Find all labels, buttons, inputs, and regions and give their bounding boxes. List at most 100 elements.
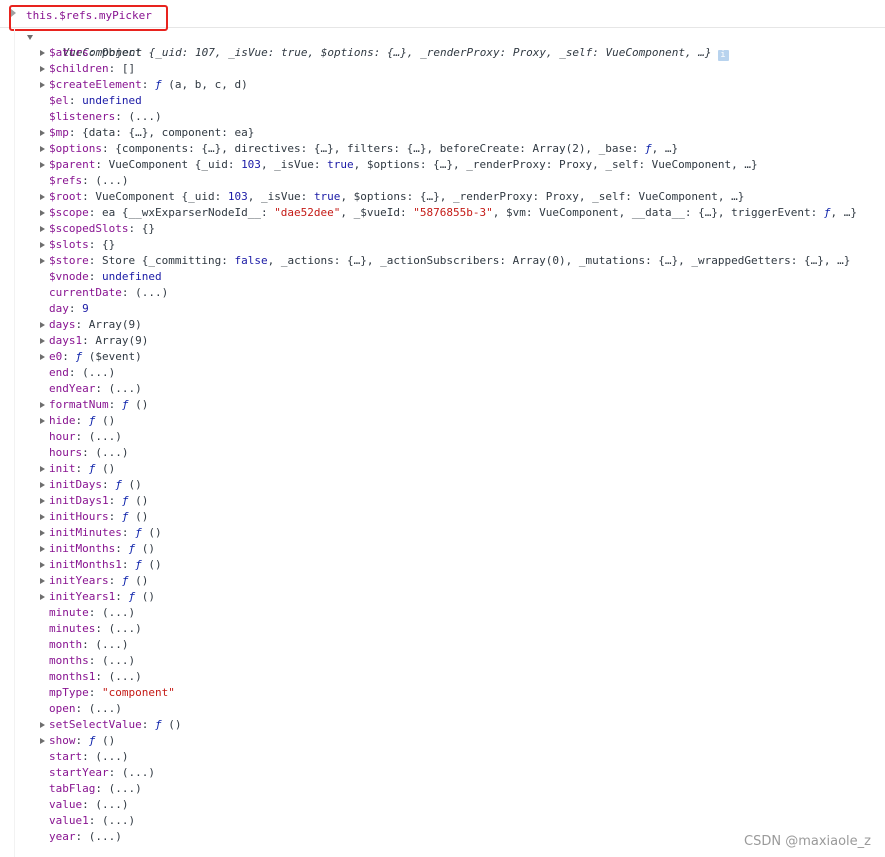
property-value: {}	[141, 222, 155, 235]
property-value: (...)	[95, 798, 129, 811]
property-row[interactable]: $createElement: ƒ (a, b, c, d)	[0, 77, 885, 93]
property-row[interactable]: initMonths: ƒ ()	[0, 541, 885, 557]
property-value: ƒ ($event)	[75, 350, 142, 363]
property-value: (...)	[95, 638, 129, 651]
property-key: mpType	[49, 686, 89, 699]
triangle-right-icon[interactable]	[40, 722, 45, 728]
triangle-right-icon[interactable]	[40, 162, 45, 168]
property-row[interactable]: initYears: ƒ ()	[0, 573, 885, 589]
property-row[interactable]: $scopedSlots: {}	[0, 221, 885, 237]
property-row[interactable]: setSelectValue: ƒ ()	[0, 717, 885, 733]
property-row[interactable]: days1: Array(9)	[0, 333, 885, 349]
property-value: VueComponent {_uid: 103, _isVue: true, $…	[95, 190, 745, 203]
triangle-right-icon[interactable]	[40, 194, 45, 200]
triangle-right-icon[interactable]	[40, 66, 45, 72]
property-row: value: (...)	[49, 798, 129, 811]
property-key: $el	[49, 94, 69, 107]
property-row: end: (...)	[49, 366, 116, 379]
triangle-right-icon[interactable]	[40, 354, 45, 360]
property-key: $children	[49, 62, 109, 75]
property-row: $vnode: undefined	[49, 270, 162, 283]
triangle-right-icon[interactable]	[40, 210, 45, 216]
property-row: startYear: (...)	[49, 766, 155, 779]
property-row[interactable]: $root: VueComponent {_uid: 103, _isVue: …	[0, 189, 885, 205]
triangle-right-icon[interactable]	[40, 418, 45, 424]
property-row[interactable]: $store: Store {_committing: false, _acti…	[0, 253, 885, 269]
property-value: (...)	[121, 766, 155, 779]
property-key: $refs	[49, 174, 83, 187]
property-row: endYear: (...)	[49, 382, 142, 395]
triangle-right-icon[interactable]	[40, 530, 45, 536]
property-row[interactable]: days: Array(9)	[0, 317, 885, 333]
property-key: e0	[49, 350, 63, 363]
property-row[interactable]: $scope: ea {__wxExparserNodeId__: "dae52…	[0, 205, 885, 221]
property-value: {data: {…}, component: ea}	[82, 126, 255, 139]
property-value: (...)	[102, 654, 136, 667]
triangle-right-icon[interactable]	[40, 594, 45, 600]
triangle-right-icon[interactable]	[40, 546, 45, 552]
triangle-right-icon[interactable]	[40, 338, 45, 344]
property-key: endYear	[49, 382, 96, 395]
triangle-right-icon[interactable]	[40, 578, 45, 584]
property-key: $parent	[49, 158, 96, 171]
property-key: start	[49, 750, 83, 763]
property-value: ƒ ()	[135, 526, 162, 539]
triangle-right-icon[interactable]	[40, 482, 45, 488]
property-row[interactable]: show: ƒ ()	[0, 733, 885, 749]
property-row[interactable]: initMinutes: ƒ ()	[0, 525, 885, 541]
property-row[interactable]: init: ƒ ()	[0, 461, 885, 477]
property-value: ƒ ()	[154, 718, 182, 731]
property-key: months	[49, 654, 89, 667]
triangle-down-icon[interactable]	[27, 35, 33, 40]
property-row[interactable]: $options: {components: {…}, directives: …	[0, 141, 885, 157]
property-key: $scopedSlots	[49, 222, 129, 235]
property-row[interactable]: initMonths1: ƒ ()	[0, 557, 885, 573]
property-row[interactable]: initHours: ƒ ()	[0, 509, 885, 525]
property-value: ƒ ()	[128, 542, 155, 555]
triangle-right-icon[interactable]	[40, 242, 45, 248]
triangle-right-icon[interactable]	[40, 146, 45, 152]
triangle-right-icon[interactable]	[40, 50, 45, 56]
property-key: days1	[49, 334, 83, 347]
triangle-right-icon[interactable]	[40, 466, 45, 472]
triangle-right-icon[interactable]	[40, 738, 45, 744]
property-row[interactable]: $parent: VueComponent {_uid: 103, _isVue…	[0, 157, 885, 173]
property-row[interactable]: $mp: {data: {…}, component: ea}	[0, 125, 885, 141]
triangle-right-icon[interactable]	[40, 498, 45, 504]
triangle-right-icon[interactable]	[40, 130, 45, 136]
property-key: tabFlag	[49, 782, 96, 795]
property-value: (...)	[102, 814, 136, 827]
property-value: (...)	[135, 286, 169, 299]
property-row[interactable]: initDays1: ƒ ()	[0, 493, 885, 509]
property-key: $options	[49, 142, 102, 155]
triangle-right-icon[interactable]	[40, 402, 45, 408]
triangle-right-icon[interactable]	[40, 258, 45, 264]
property-row[interactable]: $slots: {}	[0, 237, 885, 253]
property-row: $refs: (...)	[49, 174, 129, 187]
property-row: minute: (...)	[49, 606, 136, 619]
triangle-right-icon[interactable]	[40, 226, 45, 232]
property-key: value1	[49, 814, 89, 827]
property-value: ƒ ()	[121, 510, 149, 523]
property-row[interactable]: hide: ƒ ()	[0, 413, 885, 429]
property-row: currentDate: (...)	[49, 286, 169, 299]
property-key: $slots	[49, 238, 89, 251]
property-value: ƒ ()	[88, 734, 116, 747]
triangle-right-icon[interactable]	[40, 322, 45, 328]
triangle-right-icon[interactable]	[40, 562, 45, 568]
property-row[interactable]: $attrs: Object	[0, 45, 885, 61]
property-row: mpType: "component"	[49, 686, 175, 699]
property-row[interactable]: formatNum: ƒ ()	[0, 397, 885, 413]
triangle-right-icon[interactable]	[40, 82, 45, 88]
property-value: (...)	[108, 670, 142, 683]
property-row[interactable]: initDays: ƒ ()	[0, 477, 885, 493]
triangle-right-icon[interactable]	[40, 514, 45, 520]
property-key: setSelectValue	[49, 718, 142, 731]
property-value: "component"	[102, 686, 175, 699]
property-row: day: 9	[49, 302, 89, 315]
property-row[interactable]: e0: ƒ ($event)	[0, 349, 885, 365]
property-key: $listeners	[49, 110, 116, 123]
property-row[interactable]: $children: []	[0, 61, 885, 77]
property-row[interactable]: initYears1: ƒ ()	[0, 589, 885, 605]
root-object-row[interactable]: VueComponent {_uid: 107, _isVue: true, $…	[0, 29, 885, 61]
